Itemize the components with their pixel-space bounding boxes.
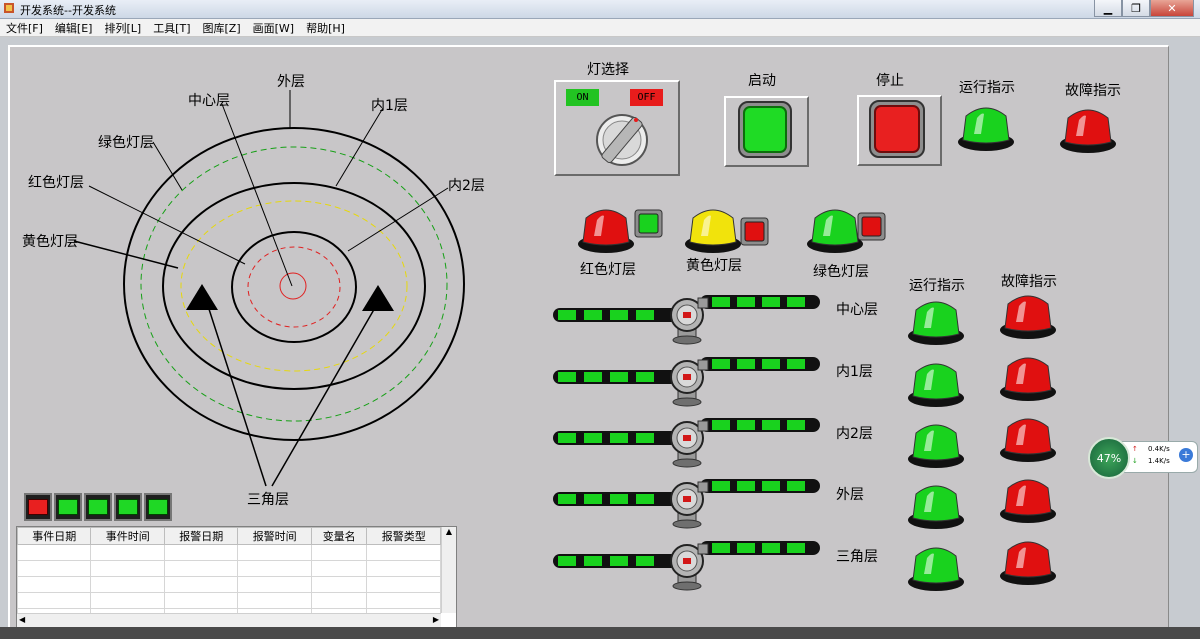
scroll-right-icon[interactable]: ▶ — [433, 615, 439, 624]
usage-percent: 47% — [1088, 437, 1130, 479]
table-row[interactable] — [17, 560, 441, 577]
scroll-left-icon[interactable]: ◀ — [19, 615, 25, 624]
status-lamp — [54, 493, 82, 521]
red-lamp — [578, 209, 634, 253]
network-speed-widget[interactable]: 47% ↑ 0.4K/s ↓ 1.4K/s + — [1088, 437, 1198, 479]
upload-speed: 0.4K/s — [1148, 445, 1170, 453]
scroll-up-icon[interactable]: ▲ — [442, 527, 456, 536]
status-lamp — [24, 493, 52, 521]
alarm-table[interactable]: 事件日期 事件时间 报警日期 报警时间 变量名 报警类型 ▲ ◀ ▶ — [16, 526, 457, 628]
table-vertical-scrollbar[interactable]: ▲ — [441, 527, 456, 613]
valve-icon — [670, 481, 709, 529]
run-status-lamp — [908, 547, 964, 591]
valve-icon — [670, 359, 709, 407]
col-alarm-date[interactable]: 报警日期 — [163, 527, 239, 545]
green-lamp — [807, 209, 863, 253]
col-event-date[interactable]: 事件日期 — [17, 527, 92, 545]
status-lamp — [114, 493, 142, 521]
fault-status-lamp — [1000, 541, 1056, 585]
red-lamp-status-square — [634, 209, 663, 238]
run-status-lamp — [908, 485, 964, 529]
pipeline-row — [553, 295, 820, 345]
taskbar-strip — [0, 627, 1200, 639]
green-lamp-status-square — [857, 212, 886, 241]
fault-status-lamp — [1000, 418, 1056, 462]
download-speed: 1.4K/s — [1148, 457, 1170, 465]
valve-icon — [670, 543, 709, 591]
table-row[interactable] — [17, 544, 441, 561]
run-status-lamp — [908, 363, 964, 407]
pipeline-row — [553, 541, 820, 591]
status-lamp — [84, 493, 112, 521]
run-status-lamp — [908, 424, 964, 468]
valve-icon — [670, 297, 709, 345]
add-icon[interactable]: + — [1179, 448, 1193, 462]
pipeline-row — [553, 357, 820, 407]
yellow-lamp — [685, 209, 741, 253]
pipeline-row — [553, 418, 820, 468]
fault-indicator-lamp — [1060, 109, 1116, 153]
download-arrow-icon: ↓ — [1132, 457, 1138, 465]
table-row[interactable] — [17, 592, 441, 609]
col-alarm-time[interactable]: 报警时间 — [237, 527, 312, 545]
valve-icon — [670, 420, 709, 468]
run-indicator-lamp — [958, 107, 1014, 151]
yellow-lamp-status-square — [740, 217, 769, 246]
col-variable-name[interactable]: 变量名 — [310, 527, 368, 545]
upload-arrow-icon: ↑ — [1132, 445, 1138, 453]
table-horizontal-scrollbar[interactable]: ◀ ▶ — [17, 613, 441, 627]
col-alarm-type[interactable]: 报警类型 — [366, 527, 441, 545]
fault-status-lamp — [1000, 295, 1056, 339]
fault-status-lamp — [1000, 357, 1056, 401]
fault-status-lamp — [1000, 479, 1056, 523]
alarm-table-header: 事件日期 事件时间 报警日期 报警时间 变量名 报警类型 — [17, 527, 441, 545]
run-status-lamp — [908, 301, 964, 345]
col-event-time[interactable]: 事件时间 — [90, 527, 165, 545]
table-row[interactable] — [17, 576, 441, 593]
status-lamp — [144, 493, 172, 521]
pipeline-row — [553, 479, 820, 529]
status-lamp-row — [24, 493, 172, 521]
